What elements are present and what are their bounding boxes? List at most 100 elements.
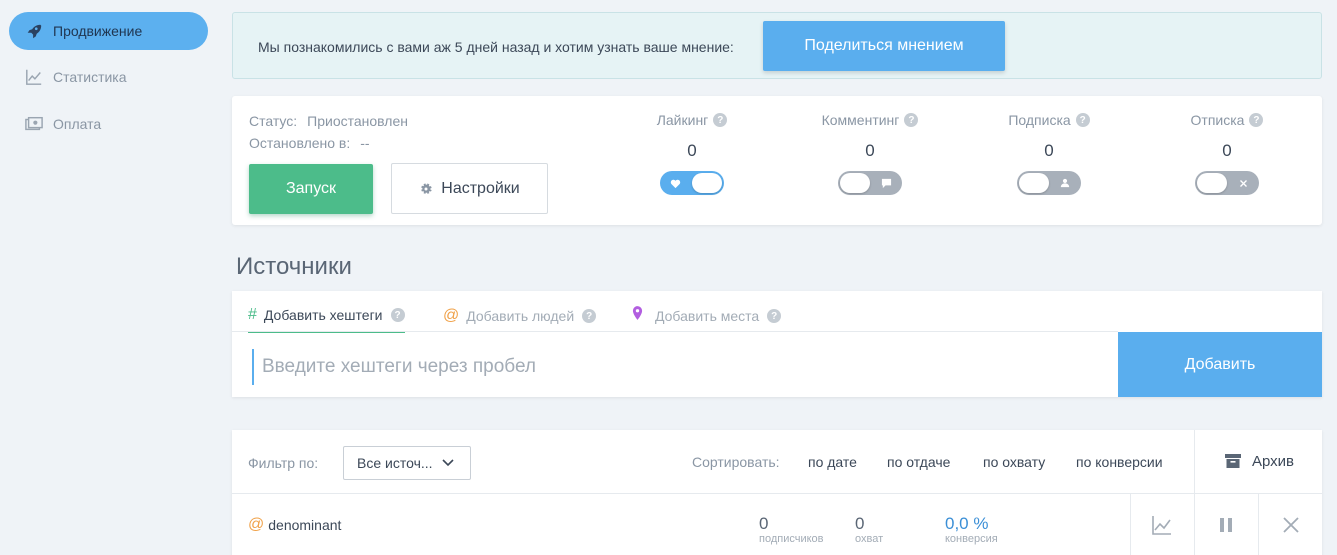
sort-by-return[interactable]: по отдаче xyxy=(887,454,950,470)
sidebar-item-statistics[interactable]: Статистика xyxy=(9,58,208,96)
map-pin-icon xyxy=(632,306,643,326)
at-icon: @ xyxy=(443,307,460,324)
heart-icon xyxy=(668,176,682,190)
archive-label: Архив xyxy=(1252,452,1295,470)
status-line: Статус: Приостановлен xyxy=(249,113,408,129)
feedback-banner: Мы познакомились с вами аж 5 дней назад … xyxy=(232,12,1322,79)
hashtag-icon: # xyxy=(248,306,257,323)
start-button[interactable]: Запуск xyxy=(249,164,373,214)
action-count: 0 xyxy=(1044,141,1054,160)
source-name[interactable]: @ denominant xyxy=(248,516,341,534)
hashtags-input[interactable] xyxy=(252,349,1112,385)
tab-add-hashtags[interactable]: # Добавить хештеги ? xyxy=(248,301,405,333)
tab-label: Добавить людей xyxy=(466,308,575,324)
action-title: Подписка xyxy=(1008,112,1071,128)
divider xyxy=(1194,494,1195,555)
filter-value: Все источ... xyxy=(357,455,433,471)
list-header-divider xyxy=(232,493,1322,494)
toggle-knob xyxy=(1197,173,1227,193)
banner-text: Мы познакомились с вами аж 5 дней назад … xyxy=(258,39,734,55)
action-title: Отписка xyxy=(1190,112,1245,128)
chevron-down-icon xyxy=(442,459,454,467)
add-source-button[interactable]: Добавить xyxy=(1118,332,1322,397)
delete-icon[interactable] xyxy=(1280,514,1302,536)
subscribers-value: 0 xyxy=(759,514,769,533)
at-icon: @ xyxy=(248,516,265,533)
sidebar-item-promotion[interactable]: Продвижение xyxy=(9,12,208,50)
toggle-knob xyxy=(1019,173,1049,193)
share-feedback-button[interactable]: Поделиться мнением xyxy=(763,21,1005,71)
status-value: Приостановлен xyxy=(307,113,408,129)
settings-button[interactable]: Настройки xyxy=(391,163,548,214)
sort-by-conversion[interactable]: по конверсии xyxy=(1076,454,1163,470)
liking-toggle[interactable] xyxy=(660,171,724,195)
help-icon[interactable]: ? xyxy=(390,308,405,322)
unfollow-toggle[interactable] xyxy=(1195,171,1259,195)
money-icon xyxy=(24,114,44,134)
close-icon xyxy=(1236,176,1250,190)
help-icon[interactable]: ? xyxy=(1249,113,1264,127)
follow-toggle[interactable] xyxy=(1017,171,1081,195)
tab-add-people[interactable]: @ Добавить людей ? xyxy=(443,301,597,331)
source-name-text: denominant xyxy=(268,517,342,533)
action-count: 0 xyxy=(1222,141,1232,160)
sidebar: Продвижение Статистика Оплата xyxy=(0,0,220,555)
action-commenting: Комментинг? 0 xyxy=(790,112,950,195)
filter-select[interactable]: Все источ... xyxy=(343,446,471,480)
status-label: Статус: xyxy=(249,113,298,129)
action-follow: Подписка? 0 xyxy=(969,112,1129,195)
sidebar-item-payment[interactable]: Оплата xyxy=(9,105,208,143)
rocket-icon xyxy=(24,21,44,41)
help-icon[interactable]: ? xyxy=(713,113,728,127)
sort-by-reach[interactable]: по охвату xyxy=(983,454,1045,470)
user-icon xyxy=(1058,176,1072,190)
stopped-value: -- xyxy=(360,135,370,151)
help-icon[interactable]: ? xyxy=(1075,113,1090,127)
sidebar-item-label: Статистика xyxy=(53,69,127,85)
divider xyxy=(1130,494,1131,555)
stopped-line: Остановлено в: -- xyxy=(249,135,370,151)
chart-icon xyxy=(24,67,44,87)
divider xyxy=(1194,430,1195,493)
help-icon[interactable]: ? xyxy=(767,309,782,323)
divider xyxy=(1258,494,1259,555)
promotion-control-panel: Статус: Приостановлен Остановлено в: -- За… xyxy=(232,96,1322,225)
tab-label: Добавить места xyxy=(655,308,760,324)
sort-label: Сортировать: xyxy=(692,454,780,470)
action-title: Лайкинг xyxy=(656,112,709,128)
archive-button[interactable]: Архив xyxy=(1224,452,1294,470)
stats-chart-icon[interactable] xyxy=(1151,514,1173,536)
archive-icon xyxy=(1225,454,1241,468)
toggle-knob xyxy=(692,173,722,193)
subscribers-label: подписчиков xyxy=(759,533,824,545)
sources-title: Источники xyxy=(236,253,352,280)
pause-icon[interactable] xyxy=(1215,514,1237,536)
gear-icon xyxy=(421,182,432,194)
sources-list: Фильтр по: Все источ... Сортировать: по … xyxy=(232,430,1322,555)
toggle-knob xyxy=(840,173,870,193)
stopped-label: Остановлено в: xyxy=(249,135,351,151)
help-icon[interactable]: ? xyxy=(904,113,919,127)
conversion-metric: 0,0 % конверсия xyxy=(945,514,998,545)
action-title: Комментинг xyxy=(821,112,900,128)
sidebar-item-label: Продвижение xyxy=(53,23,143,39)
conversion-value: 0,0 % xyxy=(945,514,989,533)
settings-label: Настройки xyxy=(441,179,520,197)
sources-panel: # Добавить хештеги ? @ Добавить людей ? … xyxy=(232,291,1322,397)
action-count: 0 xyxy=(865,141,875,160)
sidebar-item-label: Оплата xyxy=(53,116,102,132)
action-unfollow: Отписка? 0 xyxy=(1147,112,1307,195)
sort-by-date[interactable]: по дате xyxy=(808,454,857,470)
action-liking: Лайкинг? 0 xyxy=(612,112,772,195)
subscribers-metric: 0 подписчиков xyxy=(759,514,824,545)
conversion-label: конверсия xyxy=(945,533,998,545)
action-count: 0 xyxy=(687,141,697,160)
help-icon[interactable]: ? xyxy=(582,309,597,323)
tabs-divider xyxy=(232,331,1118,332)
reach-label: охват xyxy=(855,533,884,545)
commenting-toggle[interactable] xyxy=(838,171,902,195)
tab-label: Добавить хештеги xyxy=(263,307,383,323)
reach-metric: 0 охват xyxy=(855,514,883,545)
tab-add-places[interactable]: Добавить места ? xyxy=(632,301,782,331)
reach-value: 0 xyxy=(855,514,865,533)
